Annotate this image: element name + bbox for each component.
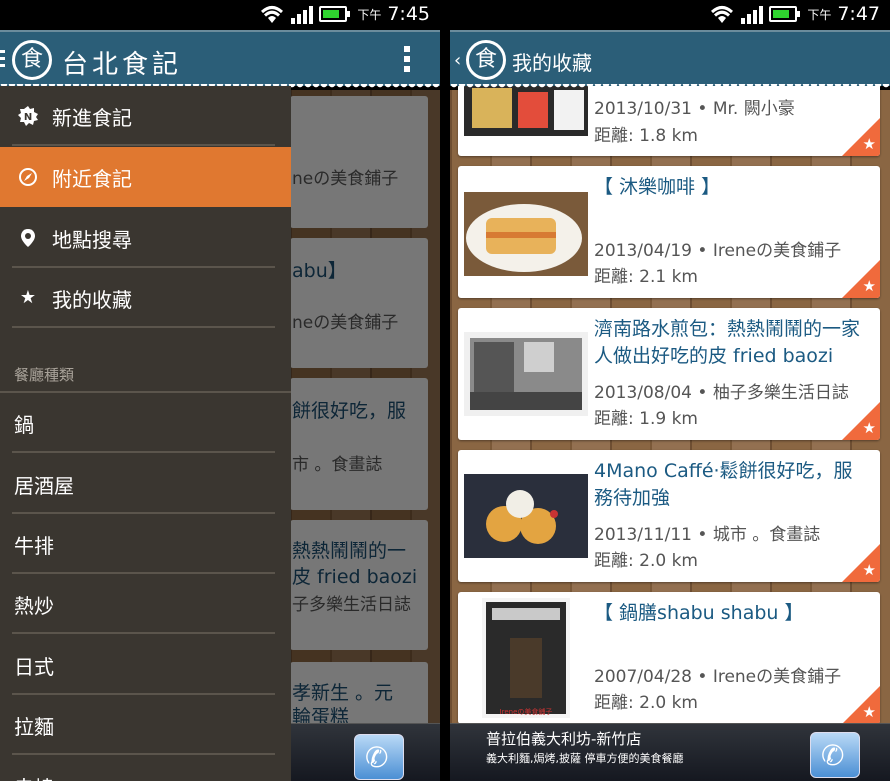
favorite-meta: 2007/04/28 • Ireneの美食鋪子 (594, 667, 842, 687)
drawer-item-label: 新進食記 (52, 106, 132, 130)
category-label: 居酒屋 (14, 474, 74, 498)
category-label: 日式 (14, 655, 54, 679)
shabu-storefront-photo: Ireneの美食鋪子 (482, 598, 570, 718)
app-logo[interactable]: 食 (12, 40, 52, 80)
ad-title: 普拉伯義大利坊-新竹店 (486, 730, 642, 748)
call-button[interactable]: ✆ (810, 732, 860, 778)
favorite-distance: 距離: 2.0 km (594, 551, 698, 571)
star-icon[interactable]: ★ (863, 703, 876, 721)
status-ampm: 下午 (807, 7, 832, 22)
category-header: 餐廳種類 (14, 366, 75, 384)
favorite-title: 4Mano Caffé·鬆餅很好吃，服務待加強 (594, 460, 853, 509)
favorite-meta: 2013/10/31 • Mr. 闕小豪 (594, 99, 795, 119)
photo-watermark: Ireneの美食鋪子 (500, 707, 553, 716)
category-label: 牛排 (14, 534, 54, 558)
favorite-card[interactable]: 濟南路水煎包：熱熱鬧鬧的一家人做出好吃的皮 fried baozi 2013/0… (458, 308, 880, 440)
category-item[interactable]: 牛排 (0, 514, 291, 574)
category-item[interactable]: 串燒 (0, 756, 291, 781)
ad-subtitle: 義大利麵,焗烤,披薩 停車方便的美食餐廳 (486, 752, 684, 765)
lasagna-photo (464, 192, 588, 276)
favorite-distance: 距離: 2.0 km (594, 693, 698, 713)
star-icon[interactable]: ★ (863, 277, 876, 295)
favorite-distance: 距離: 1.8 km (594, 126, 698, 146)
status-bar: 下午 7:45 (0, 0, 440, 30)
favorite-card[interactable]: Ireneの美食鋪子 【 鍋膳shabu shabu 】 2007/04/28 … (458, 592, 880, 724)
status-bar: 下午 7:47 (450, 0, 890, 30)
favorite-title: 濟南路水煎包：熱熱鬧鬧的一家人做出好吃的皮 fried baozi (594, 318, 861, 367)
back-icon[interactable]: ‹ (454, 50, 461, 71)
category-label: 鍋 (14, 413, 34, 437)
new-badge-icon: N (18, 106, 38, 126)
battery-icon (769, 6, 801, 22)
status-ampm: 下午 (357, 7, 382, 22)
map-pin-icon (18, 228, 38, 248)
signal-icon (741, 4, 764, 24)
phone-icon: ✆ (821, 739, 845, 772)
left-screen: 下午 7:45 neの美食鋪子 abu】 neの美食鋪子 餅很好吃，服 市 。食… (0, 0, 440, 781)
phone-icon: ✆ (365, 741, 389, 774)
favorite-card[interactable]: 4Mano Caffé·鬆餅很好吃，服務待加強 2013/11/11 • 城市 … (458, 450, 880, 582)
category-item[interactable]: 熱炒 (0, 574, 291, 634)
favorite-card[interactable]: 【 沐樂咖啡 】 2013/04/19 • Ireneの美食鋪子 距離: 2.1… (458, 166, 880, 298)
app-title: 台北食記 (62, 50, 183, 80)
status-clock: 7:47 (837, 3, 880, 25)
drawer-item-label: 地點搜尋 (52, 228, 132, 252)
battery-icon (319, 6, 351, 22)
screen-divider (440, 0, 450, 781)
category-item[interactable]: 鍋 (0, 393, 291, 453)
category-item[interactable]: 日式 (0, 635, 291, 695)
overflow-menu-icon[interactable] (404, 46, 410, 76)
favorite-title: 【 沐樂咖啡 】 (594, 176, 721, 198)
star-icon[interactable]: ★ (863, 135, 876, 153)
street-photo (464, 332, 588, 416)
wifi-icon (711, 6, 734, 23)
favorite-meta: 2013/04/19 • Ireneの美食鋪子 (594, 241, 842, 261)
bottom-ad-bar[interactable]: 普拉伯義大利坊-新竹店 義大利麵,焗烤,披薩 停車方便的美食餐廳 ✆ (450, 723, 890, 781)
menu-icon[interactable] (0, 50, 5, 70)
call-button[interactable]: ✆ (354, 734, 404, 780)
status-clock: 7:45 (387, 3, 430, 25)
favorite-distance: 距離: 1.9 km (594, 409, 698, 429)
app-logo[interactable]: 食 (466, 40, 506, 80)
drawer-item-favorites[interactable]: ★ 我的收藏 (0, 268, 291, 328)
signal-icon (291, 4, 314, 24)
star-icon[interactable]: ★ (863, 419, 876, 437)
navigation-drawer: N 新進食記 附近食記 地點搜尋 ★ 我的收藏 餐廳種類 鍋 居酒屋 牛排 熱炒… (0, 86, 291, 781)
svg-text:N: N (24, 112, 32, 123)
wifi-icon (261, 6, 284, 23)
scrim[interactable] (290, 90, 440, 781)
compass-icon (18, 167, 38, 187)
favorite-meta: 2013/11/11 • 城市 。食畫誌 (594, 525, 821, 545)
app-bar: ‹ 食 我的收藏 (450, 30, 890, 90)
category-label: 串燒 (14, 772, 54, 781)
waffle-photo (464, 474, 588, 558)
drawer-item-new[interactable]: N 新進食記 (0, 86, 291, 146)
category-label: 熱炒 (14, 594, 54, 618)
category-item[interactable]: 居酒屋 (0, 454, 291, 514)
app-bar: 食 台北食記 (0, 30, 440, 90)
category-item[interactable]: 拉麵 (0, 695, 291, 755)
favorite-distance: 距離: 2.1 km (594, 267, 698, 287)
right-screen: 下午 7:47 2013/10/31 • Mr. 闕小豪 距離: 1.8 km … (450, 0, 890, 781)
category-label: 拉麵 (14, 715, 54, 739)
star-icon[interactable]: ★ (863, 561, 876, 579)
drawer-item-location-search[interactable]: 地點搜尋 (0, 208, 291, 268)
star-icon: ★ (19, 287, 37, 308)
drawer-item-label: 我的收藏 (52, 288, 132, 312)
favorite-card[interactable]: 2013/10/31 • Mr. 闕小豪 距離: 1.8 km ★ (458, 84, 880, 156)
page-title: 我的收藏 (512, 51, 592, 75)
drawer-item-label: 附近食記 (52, 167, 132, 191)
storefront-photo (464, 84, 588, 136)
drawer-item-nearby[interactable]: 附近食記 (0, 147, 291, 207)
favorite-title: 【 鍋膳shabu shabu 】 (594, 602, 804, 624)
favorite-meta: 2013/08/04 • 柚子多樂生活日誌 (594, 383, 849, 403)
